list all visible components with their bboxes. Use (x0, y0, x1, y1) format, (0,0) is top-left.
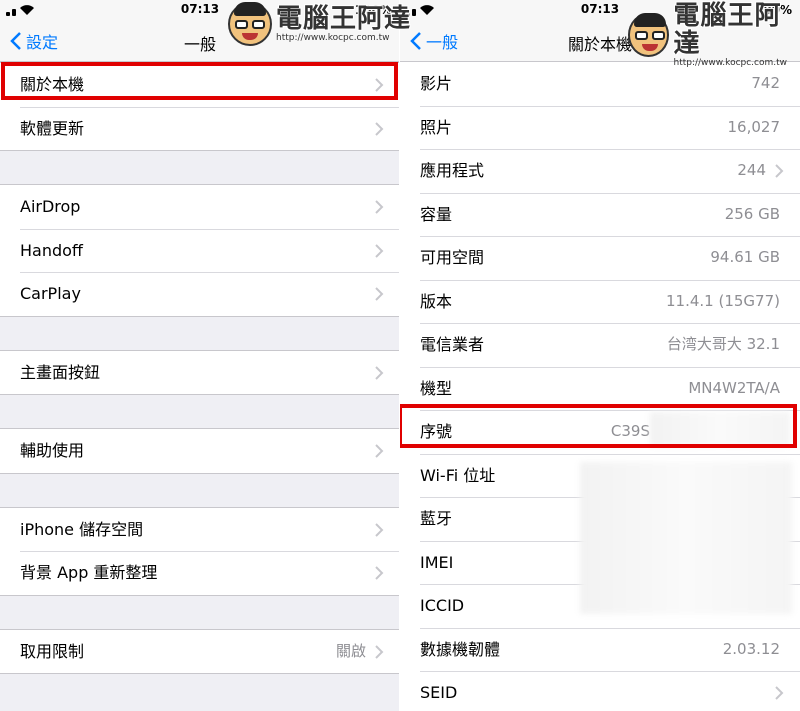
list-item-label: iPhone 儲存空間 (20, 519, 144, 539)
list-item-handoff[interactable]: Handoff (0, 228, 400, 272)
settings-group-storage: iPhone 儲存空間 背景 App 重新整理 (0, 506, 400, 596)
watermark-right: 電腦王阿達 http://www.kocpc.com.tw (628, 2, 800, 68)
mascot-logo (228, 2, 272, 46)
settings-group-home-button: 主畫面按鈕 (0, 349, 400, 395)
about-screen: 07:13 100% 一般 關於本機 影片 742 照片 16,027 應用程式 24… (400, 0, 800, 711)
list-item-label: 輔助使用 (20, 441, 85, 460)
watermark-url: http://www.kocpc.com.tw (276, 33, 390, 43)
list-item-airdrop[interactable]: AirDrop (0, 185, 400, 229)
info-row-seid[interactable]: SEID (400, 671, 800, 711)
chevron-right-icon (375, 121, 384, 136)
info-value: 2.03.12 (722, 639, 780, 658)
list-item-software-update[interactable]: 軟體更新 (0, 106, 400, 150)
chevron-right-icon (775, 686, 784, 700)
info-label: ICCID (420, 596, 465, 615)
general-settings-screen: 07:13 100% 設定 一般 關於本機 軟體更新 AirDrop Hando… (0, 0, 400, 711)
list-item-label: Handoff (20, 240, 83, 260)
info-value: 742 (751, 74, 780, 92)
info-label: 版本 (420, 291, 453, 311)
info-value: 256 GB (724, 204, 780, 223)
info-label: IMEI (420, 552, 454, 572)
info-label: 影片 (420, 74, 453, 93)
info-label: SEID (420, 683, 458, 702)
list-item-label: 主畫面按鈕 (20, 362, 101, 382)
info-row-photos: 照片 16,027 (400, 105, 800, 149)
chevron-right-icon (375, 200, 384, 214)
watermark-brand: 電腦王阿達 (276, 4, 412, 34)
settings-group-continuity: AirDrop Handoff CarPlay (0, 184, 400, 317)
chevron-right-icon (375, 243, 384, 258)
info-label: 容量 (420, 204, 453, 224)
info-value: 244 (737, 161, 766, 179)
list-item-label: AirDrop (20, 197, 81, 216)
info-row-modem-firmware: 數據機韌體 2.03.12 (400, 627, 800, 671)
watermark-brand: 電腦王阿達 (673, 1, 782, 59)
list-item-carplay[interactable]: CarPlay (0, 272, 400, 316)
info-value: 台湾大哥大 32.1 (666, 335, 780, 353)
mascot-logo (628, 13, 670, 57)
info-row-capacity: 容量 256 GB (400, 192, 800, 236)
highlight-serial-row (400, 404, 797, 448)
info-value: 16,027 (727, 117, 781, 136)
info-row-applications[interactable]: 應用程式 244 (400, 149, 800, 193)
list-item-restrictions[interactable]: 取用限制 關啟 (0, 629, 400, 673)
info-label: 電信業者 (420, 335, 485, 354)
list-item-label: 取用限制 (20, 641, 85, 661)
info-label: Wi-Fi 位址 (420, 465, 496, 485)
info-row-videos: 影片 742 (400, 62, 800, 106)
info-row-available: 可用空間 94.61 GB (400, 236, 800, 280)
list-item-label: 背景 App 重新整理 (20, 563, 158, 582)
info-value: 11.4.1 (15G77) (666, 291, 780, 310)
chevron-right-icon (375, 522, 384, 537)
list-item-label: CarPlay (20, 284, 81, 303)
watermark-left: 電腦王阿達 http://www.kocpc.com.tw (228, 2, 411, 46)
list-item-background-app-refresh[interactable]: 背景 App 重新整理 (0, 551, 400, 595)
info-label: 藍牙 (420, 509, 453, 528)
list-item-home-button[interactable]: 主畫面按鈕 (0, 350, 400, 394)
chevron-right-icon (775, 164, 784, 178)
info-label: 數據機韌體 (420, 639, 501, 659)
settings-list: 關於本機 軟體更新 AirDrop Handoff CarPlay 主畫面按鈕 … (0, 62, 400, 707)
identifiers-redaction (580, 462, 792, 614)
chevron-right-icon (375, 287, 384, 301)
info-label: 可用空間 (420, 248, 485, 267)
restrictions-value: 關啟 (335, 641, 366, 660)
chevron-right-icon (375, 365, 384, 380)
list-item-iphone-storage[interactable]: iPhone 儲存空間 (0, 507, 400, 551)
highlight-about-row (1, 62, 398, 100)
info-label: 照片 (420, 117, 453, 137)
info-label: 應用程式 (420, 161, 485, 180)
watermark-url: http://www.kocpc.com.tw (673, 58, 788, 68)
settings-group-accessibility: 輔助使用 (0, 428, 400, 474)
settings-group-restrictions: 取用限制 關啟 (0, 628, 400, 674)
info-label: 機型 (420, 378, 453, 398)
info-row-version: 版本 11.4.1 (15G77) (400, 279, 800, 323)
info-row-carrier: 電信業者 台湾大哥大 32.1 (400, 323, 800, 367)
chevron-right-icon (375, 444, 384, 458)
chevron-right-icon (375, 566, 384, 580)
list-item-label: 軟體更新 (20, 118, 85, 138)
list-item-accessibility[interactable]: 輔助使用 (0, 429, 400, 473)
info-value: 94.61 GB (710, 248, 780, 266)
chevron-right-icon (375, 644, 384, 659)
